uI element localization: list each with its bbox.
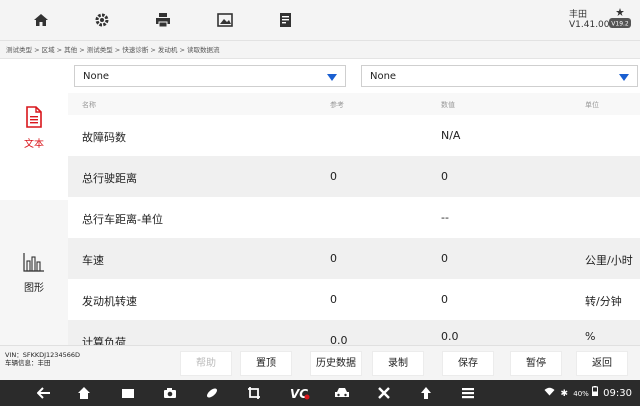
row-name: 故障码数: [82, 131, 126, 144]
back-button[interactable]: 返回: [576, 351, 628, 376]
filter-select-left-value: None: [83, 71, 110, 82]
car-icon[interactable]: [334, 385, 350, 401]
home-icon[interactable]: [76, 385, 92, 401]
system-navigation-bar: VC ✱ 40% 09:30: [0, 380, 640, 406]
browser-icon[interactable]: [204, 385, 220, 401]
version-badge-label: V19.2: [611, 21, 629, 28]
table-row[interactable]: 计算负荷 0.0 0.0 %: [68, 320, 640, 345]
chevron-down-icon: [327, 74, 337, 81]
menu-list-icon[interactable]: [460, 385, 476, 401]
row-reference: 0: [330, 293, 337, 306]
vehicle-info-text: 车辆信息：丰田: [5, 359, 51, 367]
data-stream-panel: None None 名称 参考 数值 单位 故障码数 N/A 总行驶距离 0 0…: [68, 60, 640, 345]
tools-icon[interactable]: [376, 385, 392, 401]
table-row[interactable]: 总行车距离-单位 --: [68, 197, 640, 238]
bluetooth-icon: ✱: [560, 389, 569, 399]
top-toolbar: 丰田 V1.41.002 V19.2: [0, 0, 640, 41]
row-value: 0: [441, 252, 448, 265]
wifi-icon: [544, 387, 558, 399]
tab-text-label: 文本: [24, 139, 44, 150]
action-bar: VIN：SFKKDJ1234566D 车辆信息：丰田 帮助 置顶 历史数据 录制…: [0, 345, 640, 380]
vci-icon[interactable]: VC: [290, 385, 310, 401]
tab-text[interactable]: 文本: [0, 60, 68, 200]
filter-select-right[interactable]: None: [361, 65, 638, 87]
pin-top-button[interactable]: 置顶: [240, 351, 292, 376]
bar-graph-icon: [23, 253, 44, 272]
row-value: 0: [441, 170, 448, 183]
row-name: 车速: [82, 254, 104, 267]
battery-percent: 40%: [573, 390, 589, 398]
screenshot-icon[interactable]: [246, 385, 262, 401]
header-unit: 单位: [585, 101, 599, 109]
upload-icon[interactable]: [418, 385, 434, 401]
row-value: 0.0: [441, 330, 459, 343]
header-reference: 参考: [330, 101, 344, 109]
vin-text: VIN：SFKKDJ1234566D: [5, 351, 80, 359]
printer-icon[interactable]: [153, 10, 173, 30]
row-value: N/A: [441, 129, 461, 142]
breadcrumb: 测试类型 > 区域 > 其他 > 测试类型 > 快速诊断 > 发动机 > 读取数…: [0, 41, 640, 59]
save-button[interactable]: 保存: [442, 351, 494, 376]
battery-icon: [591, 386, 601, 399]
text-document-icon: [26, 106, 42, 128]
history-button[interactable]: 历史数据: [310, 351, 362, 376]
record-button[interactable]: 录制: [372, 351, 424, 376]
tab-graph-label: 图形: [24, 283, 44, 294]
help-button[interactable]: 帮助: [180, 351, 232, 376]
status-area: ✱ 40% 09:30: [544, 386, 632, 399]
row-name: 计算负荷: [82, 336, 126, 345]
back-arrow-icon[interactable]: [36, 385, 52, 401]
row-name: 总行车距离-单位: [82, 213, 163, 226]
table-row[interactable]: 总行驶距离 0 0: [68, 156, 640, 197]
row-reference: 0: [330, 170, 337, 183]
row-name: 发动机转速: [82, 295, 137, 308]
row-reference: 0: [330, 252, 337, 265]
tab-graph[interactable]: 图形: [0, 200, 68, 345]
update-badge[interactable]: V19.2: [609, 8, 631, 30]
recent-apps-icon[interactable]: [120, 385, 136, 401]
header-name: 名称: [82, 101, 96, 109]
table-row[interactable]: 发动机转速 0 0 转/分钟: [68, 279, 640, 320]
filter-select-left[interactable]: None: [74, 65, 346, 87]
filter-select-right-value: None: [370, 71, 397, 82]
image-icon[interactable]: [215, 10, 235, 30]
update-badge-icon: V19.2: [609, 8, 631, 28]
camera-icon[interactable]: [162, 385, 178, 401]
row-unit: %: [585, 330, 596, 343]
row-unit: 公里/小时: [585, 254, 633, 267]
row-reference: 0.0: [330, 334, 348, 345]
home-icon[interactable]: [31, 10, 51, 30]
gear-icon[interactable]: [92, 10, 112, 30]
table-row[interactable]: 车速 0 0 公里/小时: [68, 238, 640, 279]
document-icon[interactable]: [276, 10, 296, 30]
row-value: --: [441, 211, 449, 224]
clock: 09:30: [603, 388, 632, 399]
pause-button[interactable]: 暂停: [510, 351, 562, 376]
chevron-down-icon: [619, 74, 629, 81]
row-value: 0: [441, 293, 448, 306]
table-header: 名称 参考 数值 单位: [68, 93, 640, 115]
sidebar: 文本 图形: [0, 60, 68, 345]
header-value: 数值: [441, 101, 455, 109]
row-unit: 转/分钟: [585, 295, 622, 308]
vehicle-info: VIN：SFKKDJ1234566D 车辆信息：丰田: [5, 351, 80, 367]
table-row[interactable]: 故障码数 N/A: [68, 115, 640, 156]
row-name: 总行驶距离: [82, 172, 137, 185]
